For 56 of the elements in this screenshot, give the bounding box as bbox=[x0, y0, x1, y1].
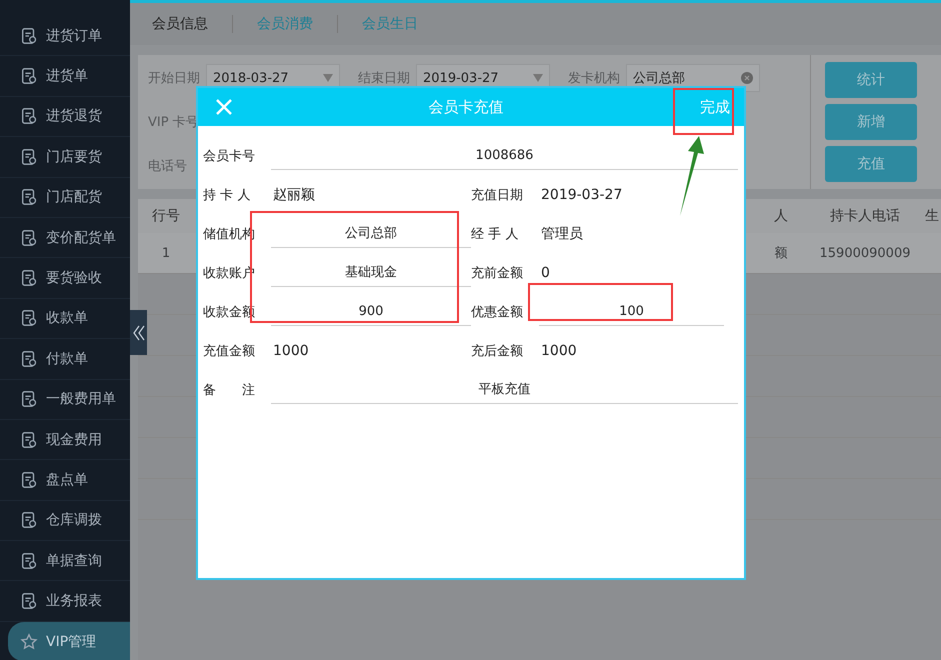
field-value: 赵丽颖 bbox=[272, 186, 315, 204]
field-value: 1000 bbox=[540, 342, 577, 358]
field-label: 充前金额 bbox=[471, 264, 524, 282]
input-field[interactable]: 平板充值 bbox=[271, 375, 738, 404]
filter-label: 发卡机构 bbox=[568, 70, 620, 87]
field-label: 充后金额 bbox=[471, 342, 524, 360]
field-label: 会员卡号 bbox=[203, 148, 256, 164]
field-value: 1000 bbox=[272, 342, 309, 358]
document-icon bbox=[20, 67, 38, 86]
tab[interactable]: 会员信息 bbox=[152, 15, 208, 33]
column-header: 行号 bbox=[151, 207, 181, 225]
field-label: 备 注 bbox=[203, 382, 256, 398]
document-icon bbox=[20, 552, 38, 570]
field-label: 优惠金额 bbox=[471, 304, 524, 320]
field-label: 充值日期 bbox=[471, 186, 524, 204]
filter-label: 电话号 bbox=[148, 158, 187, 175]
field-value: 2019-03-27 bbox=[540, 186, 622, 202]
document-icon bbox=[20, 309, 38, 328]
dropdown-arrow-icon bbox=[533, 74, 543, 82]
input-field[interactable]: 100 bbox=[539, 297, 724, 326]
field-value: 管理员 bbox=[540, 224, 583, 242]
highlight-box bbox=[673, 88, 734, 135]
document-icon bbox=[20, 107, 38, 126]
document-icon bbox=[20, 228, 38, 247]
clear-icon bbox=[741, 72, 753, 84]
document-icon bbox=[20, 390, 38, 408]
sidebar-item[interactable]: VIP管理 bbox=[8, 622, 130, 660]
document-icon bbox=[20, 470, 38, 489]
input-field[interactable]: 基础现金 bbox=[271, 258, 471, 287]
document-icon bbox=[20, 148, 38, 166]
filter-label: 开始日期 bbox=[148, 70, 200, 87]
collapse-button[interactable] bbox=[130, 310, 147, 355]
field-label: 持 卡 人 bbox=[203, 186, 252, 204]
table-cell-text: 额 bbox=[774, 245, 788, 262]
column-header: 持卡人电话 bbox=[829, 207, 901, 225]
document-icon bbox=[20, 26, 38, 45]
document-icon bbox=[20, 430, 38, 449]
document-icon bbox=[20, 188, 38, 206]
input-field[interactable]: 900 bbox=[271, 297, 471, 326]
column-header: 人 bbox=[773, 207, 789, 225]
table-cell-text: 15900090009 bbox=[818, 246, 912, 260]
document-icon bbox=[20, 269, 38, 288]
dropdown-arrow-icon bbox=[323, 74, 333, 82]
field-value: 0 bbox=[540, 264, 550, 280]
star-icon bbox=[20, 632, 38, 651]
document-icon bbox=[20, 511, 38, 530]
input-field[interactable]: 公司总部 bbox=[271, 219, 471, 248]
table-cell-text: 1 bbox=[160, 246, 172, 260]
field-label: 经 手 人 bbox=[471, 226, 520, 242]
field-label: 充值金额 bbox=[203, 342, 256, 360]
document-icon bbox=[20, 592, 38, 610]
filter-label: VIP 卡号 bbox=[148, 114, 199, 131]
filter-label: 结束日期 bbox=[358, 70, 410, 87]
dialog-title: 会员卡充值 bbox=[428, 98, 504, 116]
document-icon bbox=[20, 350, 38, 368]
column-header: 生 bbox=[924, 207, 940, 225]
